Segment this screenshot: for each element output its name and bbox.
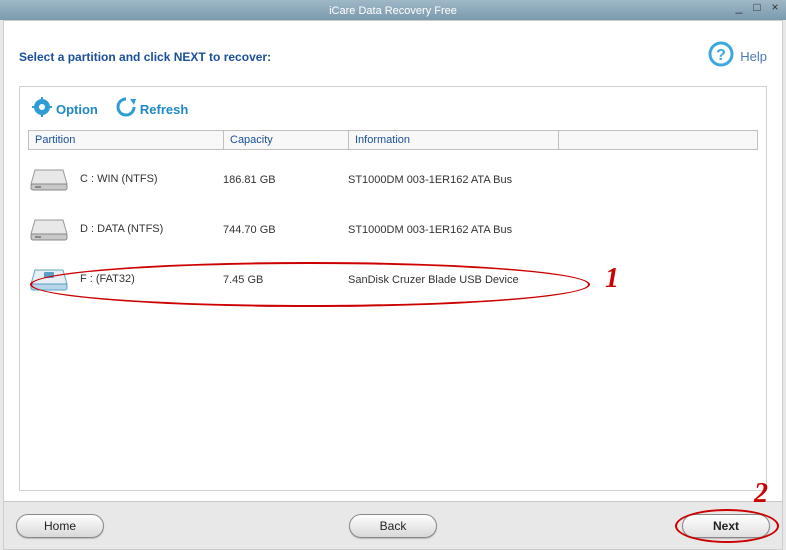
usb-drive-icon [28,262,70,297]
back-label: Back [380,519,407,533]
instruction-row: Select a partition and click NEXT to rec… [19,31,767,86]
drive-info: ST1000DM 003-1ER162 ATA Bus [348,224,512,236]
table-header: Partition Capacity Information [28,130,758,150]
svg-text:?: ? [716,47,726,64]
refresh-label: Refresh [140,102,188,117]
instruction-text: Select a partition and click NEXT to rec… [19,50,271,64]
help-button[interactable]: ? Help [708,41,767,72]
drive-row[interactable]: D : DATA (NTFS) 744.70 GB ST1000DM 003-1ER… [28,204,758,254]
home-label: Home [44,519,76,533]
main-area: Select a partition and click NEXT to rec… [3,20,783,550]
drive-info: SanDisk Cruzer Blade USB Device [348,274,519,286]
gear-icon [32,97,52,122]
drive-info: ST1000DM 003-1ER162 ATA Bus [348,174,512,186]
col-spacer [559,131,757,149]
content-panel: Option Refresh Partition Capacity Inform… [19,86,767,491]
minimize-icon[interactable]: _ [734,2,744,12]
back-button[interactable]: Back [349,514,437,538]
window-title: iCare Data Recovery Free [329,5,457,17]
help-label: Help [740,49,767,64]
drive-capacity: 744.70 GB [223,224,276,236]
window-controls: _ □ × [734,2,780,12]
option-button[interactable]: Option [32,97,98,122]
refresh-icon [116,97,136,122]
refresh-button[interactable]: Refresh [116,97,188,122]
drive-capacity: 186.81 GB [223,174,276,186]
next-label: Next [713,519,739,533]
drive-name: C : WIN (NTFS) [80,173,158,185]
col-partition[interactable]: Partition [29,131,224,149]
col-capacity[interactable]: Capacity [224,131,349,149]
drive-row[interactable]: C : WIN (NTFS) 186.81 GB ST1000DM 003-1ER1… [28,154,758,204]
next-button[interactable]: Next [682,514,770,538]
hdd-drive-icon [28,162,70,197]
drive-list: C : WIN (NTFS) 186.81 GB ST1000DM 003-1ER1… [20,150,766,490]
col-info[interactable]: Information [349,131,559,149]
hdd-drive-icon [28,212,70,247]
footer-bar: Home Back Next 2 [4,501,782,549]
title-bar: iCare Data Recovery Free _ □ × [0,0,786,20]
maximize-icon[interactable]: □ [752,2,762,12]
drive-capacity: 7.45 GB [223,274,263,286]
option-label: Option [56,102,98,117]
close-icon[interactable]: × [770,2,780,12]
drive-row[interactable]: F : (FAT32) 7.45 GB SanDisk Cruzer Blade U… [28,254,758,304]
help-icon: ? [708,41,734,72]
drive-name: D : DATA (NTFS) [80,223,163,235]
home-button[interactable]: Home [16,514,104,538]
toolbar: Option Refresh [20,87,766,130]
drive-name: F : (FAT32) [80,273,135,285]
